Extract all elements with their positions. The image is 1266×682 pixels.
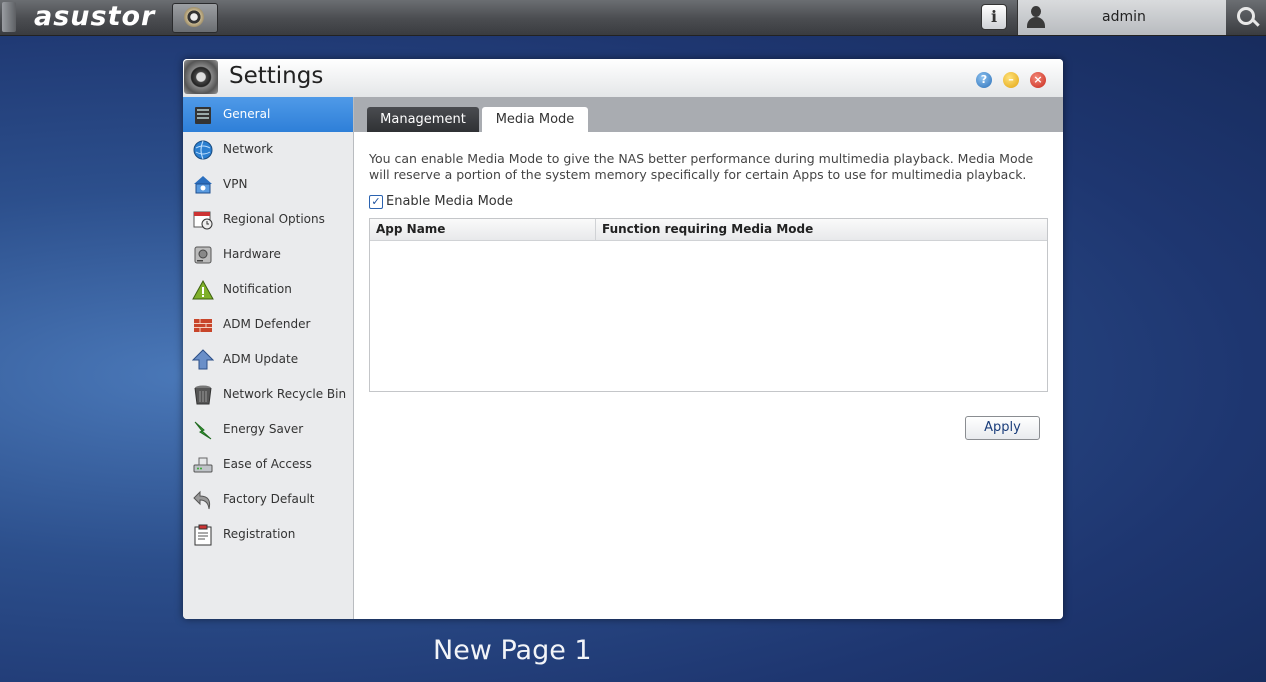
sidebar-item-label: VPN — [223, 177, 248, 191]
sidebar-item-label: Network — [223, 142, 274, 156]
lightning-icon — [194, 421, 212, 440]
router-icon — [193, 457, 213, 473]
tab-media-mode[interactable]: Media Mode — [482, 107, 588, 132]
sidebar-item-ease-of-access[interactable]: Ease of Access — [183, 447, 353, 482]
desktop-page-label: New Page 1 — [433, 635, 592, 666]
vpn-icon — [194, 176, 212, 194]
info-icon[interactable]: i — [981, 4, 1007, 30]
username-label: admin — [1102, 9, 1146, 25]
sidebar-item-network[interactable]: Network — [183, 132, 353, 167]
menu-grip-handle[interactable] — [2, 2, 16, 32]
sidebar-item-energy-saver[interactable]: Energy Saver — [183, 412, 353, 447]
sidebar-item-registration[interactable]: Registration — [183, 517, 353, 552]
media-apps-table: App Name Function requiring Media Mode — [369, 218, 1048, 392]
user-icon — [1025, 5, 1047, 29]
tab-management[interactable]: Management — [367, 107, 479, 132]
search-button[interactable] — [1226, 0, 1266, 35]
sidebar-item-label: Registration — [223, 527, 296, 541]
settings-sidebar: General Network VPN Regional Options Har… — [183, 97, 354, 619]
sidebar-item-label: Notification — [223, 282, 292, 296]
sidebar-item-vpn[interactable]: VPN — [183, 167, 353, 202]
window-title-bar[interactable]: Settings ? – × — [183, 59, 1063, 98]
sidebar-item-label: Ease of Access — [223, 457, 312, 471]
close-button[interactable]: × — [1030, 72, 1046, 88]
sidebar-item-regional-options[interactable]: Regional Options — [183, 202, 353, 237]
sidebar-item-adm-defender[interactable]: ADM Defender — [183, 307, 353, 342]
globe-icon — [193, 140, 213, 160]
sidebar-item-notification[interactable]: Notification — [183, 272, 353, 307]
sidebar-item-factory-default[interactable]: Factory Default — [183, 482, 353, 517]
warning-icon — [192, 279, 214, 300]
sidebar-item-hardware[interactable]: Hardware — [183, 237, 353, 272]
settings-content: Management Media Mode You can enable Med… — [354, 97, 1063, 619]
clipboard-icon — [194, 524, 212, 546]
sidebar-item-network-recycle-bin[interactable]: Network Recycle Bin — [183, 377, 353, 412]
up-arrow-icon — [192, 349, 214, 370]
user-menu[interactable]: admin — [1017, 0, 1227, 35]
sidebar-item-label: Hardware — [223, 247, 281, 261]
enable-media-mode-label[interactable]: Enable Media Mode — [386, 194, 513, 209]
undo-icon — [193, 490, 211, 510]
column-header-app-name[interactable]: App Name — [370, 219, 596, 240]
media-mode-description: You can enable Media Mode to give the NA… — [369, 151, 1034, 182]
enable-media-mode-checkbox[interactable]: ✓ — [369, 195, 383, 209]
calendar-clock-icon — [193, 211, 213, 230]
sidebar-item-label: ADM Defender — [223, 317, 311, 331]
tab-strip: Management Media Mode — [354, 97, 1063, 132]
sidebar-item-adm-update[interactable]: ADM Update — [183, 342, 353, 377]
table-header: App Name Function requiring Media Mode — [370, 219, 1047, 241]
firewall-icon — [194, 319, 212, 332]
minimize-button[interactable]: – — [1003, 72, 1019, 88]
server-icon — [195, 107, 211, 124]
column-header-function[interactable]: Function requiring Media Mode — [596, 219, 1042, 240]
window-title: Settings — [229, 63, 324, 89]
gear-icon — [184, 7, 204, 27]
sidebar-item-label: Regional Options — [223, 212, 325, 226]
sidebar-item-label: Factory Default — [223, 492, 315, 506]
settings-gear-icon — [184, 60, 218, 94]
sidebar-item-label: Energy Saver — [223, 422, 304, 436]
top-bar: asustor i admin — [0, 0, 1266, 36]
settings-app-button[interactable] — [172, 3, 218, 33]
asustor-logo: asustor — [34, 1, 156, 32]
help-button[interactable]: ? — [976, 72, 992, 88]
sidebar-item-general[interactable]: General — [183, 97, 353, 132]
hard-drive-icon — [194, 246, 212, 264]
settings-window: Settings ? – × General Network VPN Regio… — [183, 59, 1063, 619]
sidebar-item-label: General — [223, 107, 271, 121]
sidebar-item-label: ADM Update — [223, 352, 299, 366]
trash-icon — [194, 385, 212, 405]
apply-button[interactable]: Apply — [965, 416, 1040, 440]
sidebar-item-label: Network Recycle Bin — [223, 387, 347, 401]
